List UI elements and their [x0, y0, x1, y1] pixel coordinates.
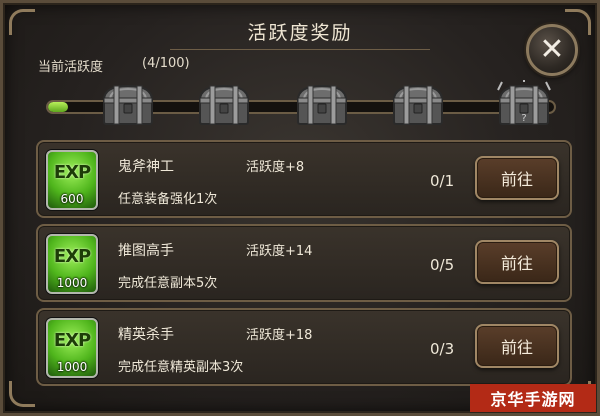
exp-label: EXP: [53, 246, 91, 267]
task-progress: 0/3: [430, 340, 455, 358]
panel-title: 活跃度奖励: [247, 22, 353, 44]
task-row: EXP 1000 推图高手 活跃度+14 完成任意副本5次 0/5 前往: [36, 224, 572, 302]
chest-icon[interactable]: [292, 80, 352, 128]
exp-amount: 1000: [56, 276, 88, 290]
close-button[interactable]: ✕: [526, 24, 578, 76]
task-row: EXP 600 鬼斧神工 活跃度+8 任意装备强化1次 0/1 前往: [36, 140, 572, 218]
task-description: 完成任意副本5次: [118, 276, 218, 291]
mystery-chest-icon[interactable]: ?: [494, 80, 554, 128]
title-bar: 活跃度奖励: [170, 14, 430, 50]
task-progress: 0/1: [430, 172, 455, 190]
exp-icon: EXP 1000: [46, 318, 98, 378]
task-row: EXP 1000 精英杀手 活跃度+18 完成任意精英副本3次 0/3 前往: [36, 308, 572, 386]
watermark: 京华手游网: [470, 384, 596, 412]
task-activity-reward: 活跃度+14: [246, 244, 313, 259]
exp-amount: 600: [60, 192, 84, 206]
exp-icon: EXP 600: [46, 150, 98, 210]
activity-label: 当前活跃度: [38, 60, 104, 75]
go-button[interactable]: 前往: [475, 156, 559, 200]
task-name: 精英杀手: [118, 327, 174, 343]
chest-icon[interactable]: [388, 80, 448, 128]
task-activity-reward: 活跃度+8: [246, 160, 305, 175]
close-x-icon: ✕: [539, 32, 565, 67]
activity-progress-fill: [48, 102, 69, 112]
task-progress: 0/5: [430, 256, 455, 274]
exp-icon: EXP 1000: [46, 234, 98, 294]
go-button-label: 前往: [500, 338, 533, 357]
chest-icon[interactable]: [98, 80, 158, 128]
task-description: 完成任意精英副本3次: [118, 360, 244, 375]
task-description: 任意装备强化1次: [118, 192, 218, 207]
exp-label: EXP: [53, 330, 91, 351]
chest-icon[interactable]: [194, 80, 254, 128]
go-button[interactable]: 前往: [475, 240, 559, 284]
go-button[interactable]: 前往: [475, 324, 559, 368]
svg-text:?: ?: [521, 113, 526, 124]
frame-corner: [9, 381, 35, 407]
task-name: 推图高手: [118, 243, 174, 259]
task-name: 鬼斧神工: [118, 159, 174, 175]
frame-corner: [9, 9, 35, 35]
go-button-label: 前往: [500, 254, 533, 273]
exp-label: EXP: [53, 162, 91, 183]
activity-count: (4/100): [142, 56, 190, 71]
exp-amount: 1000: [56, 360, 88, 374]
task-activity-reward: 活跃度+18: [246, 328, 313, 343]
go-button-label: 前往: [500, 170, 533, 189]
